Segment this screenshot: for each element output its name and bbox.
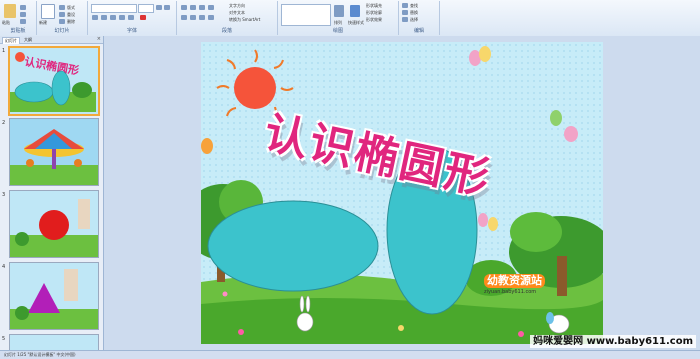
shape-effects-label[interactable]: 形状效果 bbox=[366, 17, 382, 22]
font-color-icon[interactable] bbox=[140, 15, 146, 20]
site-url: ziyuan.baby611.com bbox=[484, 289, 537, 295]
svg-text:认识椭圆形: 认识椭圆形 bbox=[23, 54, 80, 77]
font-group-label: 字体 bbox=[126, 28, 137, 34]
find-icon[interactable] bbox=[402, 3, 408, 8]
arrange-icon[interactable] bbox=[334, 5, 344, 17]
slides-pane: 幻灯片 大纲 × 1 认识椭圆形 2 3 4 5 bbox=[0, 36, 104, 352]
shape-outline-label[interactable]: 形状轮廓 bbox=[366, 10, 382, 15]
arrange-label[interactable]: 排列 bbox=[334, 20, 342, 25]
pane-tabs: 幻灯片 大纲 × bbox=[0, 36, 103, 44]
font-group: 字体 bbox=[88, 1, 177, 35]
find-label[interactable]: 查找 bbox=[410, 3, 418, 8]
numbering-icon[interactable] bbox=[190, 5, 196, 10]
replace-label[interactable]: 替换 bbox=[410, 10, 418, 15]
clipboard-group-label: 剪贴板 bbox=[10, 28, 26, 34]
slide-thumbnail-1[interactable]: 认识椭圆形 bbox=[8, 46, 100, 116]
select-label[interactable]: 选择 bbox=[410, 17, 418, 22]
format-painter-icon[interactable] bbox=[20, 19, 26, 24]
horizontal-ellipse bbox=[207, 200, 379, 292]
align-left-icon[interactable] bbox=[181, 15, 187, 20]
quick-styles-icon[interactable] bbox=[350, 5, 360, 17]
italic-icon[interactable] bbox=[101, 15, 107, 20]
quick-styles-label[interactable]: 快速样式 bbox=[348, 20, 364, 25]
select-icon[interactable] bbox=[402, 17, 408, 22]
close-icon[interactable]: × bbox=[97, 36, 101, 43]
delete-icon[interactable] bbox=[59, 19, 65, 24]
font-name-field[interactable] bbox=[91, 4, 137, 13]
strikethrough-icon[interactable] bbox=[119, 15, 125, 20]
ribbon: 粘贴 剪贴板 新建 版式 重设 删除 幻灯片 字体 文字方向 对齐文本 转换为 … bbox=[0, 0, 700, 37]
slide-thumbnail-2-art bbox=[10, 129, 98, 185]
tab-outline[interactable]: 大纲 bbox=[22, 37, 34, 43]
drawing-group-label: 绘图 bbox=[332, 28, 343, 34]
reset-icon[interactable] bbox=[59, 12, 65, 17]
smartart-label[interactable]: 转换为 SmartArt bbox=[229, 17, 260, 22]
slides-group: 新建 版式 重设 删除 幻灯片 bbox=[37, 1, 88, 35]
justify-icon[interactable] bbox=[208, 15, 214, 20]
slide-number: 2 bbox=[2, 120, 6, 126]
status-text: 幻灯片 1/25 "默认设计模板" 中文(中国) bbox=[4, 352, 76, 357]
grow-font-icon[interactable] bbox=[156, 5, 162, 10]
editing-group-label: 编辑 bbox=[413, 28, 424, 34]
paragraph-group: 文字方向 对齐文本 转换为 SmartArt 段落 bbox=[177, 1, 278, 35]
editing-group: 查找 替换 选择 编辑 bbox=[399, 1, 440, 35]
watermark: 妈咪爱婴网 www.baby611.com bbox=[530, 335, 696, 348]
paragraph-group-label: 段落 bbox=[221, 28, 232, 34]
cut-icon[interactable] bbox=[20, 5, 26, 10]
slide-number: 3 bbox=[2, 192, 6, 198]
align-text-label[interactable]: 对齐文本 bbox=[229, 10, 245, 15]
align-right-icon[interactable] bbox=[199, 15, 205, 20]
slide-thumbnail-3-art bbox=[10, 199, 98, 257]
increase-indent-icon[interactable] bbox=[208, 5, 214, 10]
slide-number: 1 bbox=[2, 48, 6, 54]
slide-number: 5 bbox=[2, 336, 6, 342]
font-size-field[interactable] bbox=[138, 4, 154, 13]
new-slide-icon[interactable] bbox=[41, 4, 55, 19]
replace-icon[interactable] bbox=[402, 10, 408, 15]
copy-icon[interactable] bbox=[20, 12, 26, 17]
shadow-icon[interactable] bbox=[128, 15, 134, 20]
underline-icon[interactable] bbox=[110, 15, 116, 20]
new-slide-label[interactable]: 新建 bbox=[39, 20, 47, 25]
layout-label[interactable]: 版式 bbox=[67, 5, 75, 10]
align-center-icon[interactable] bbox=[190, 15, 196, 20]
reset-label[interactable]: 重设 bbox=[67, 12, 75, 17]
slide-thumbnail-3[interactable] bbox=[9, 190, 99, 258]
drawing-group: 排列 快速样式 形状填充 形状轮廓 形状效果 绘图 bbox=[278, 1, 399, 35]
slide-thumbnail-4[interactable] bbox=[9, 262, 99, 330]
bullets-icon[interactable] bbox=[181, 5, 187, 10]
main-slide[interactable]: 认识椭圆形 幼教资源站 ziyuan.baby611.com bbox=[201, 42, 603, 344]
slide-thumbnail-4-art bbox=[10, 269, 98, 329]
paste-label[interactable]: 粘贴 bbox=[2, 20, 10, 25]
decrease-indent-icon[interactable] bbox=[199, 5, 205, 10]
tab-slides[interactable]: 幻灯片 bbox=[2, 37, 20, 44]
shrink-font-icon[interactable] bbox=[164, 5, 170, 10]
paste-icon[interactable] bbox=[4, 4, 16, 18]
shapes-gallery[interactable] bbox=[281, 4, 331, 26]
slide-thumbnail-2[interactable] bbox=[9, 118, 99, 186]
slides-group-label: 幻灯片 bbox=[54, 28, 70, 34]
layout-icon[interactable] bbox=[59, 5, 65, 10]
text-direction-label[interactable]: 文字方向 bbox=[229, 3, 245, 8]
bold-icon[interactable] bbox=[92, 15, 98, 20]
slide-thumbnail-1-art: 认识椭圆形 bbox=[10, 52, 96, 112]
delete-label[interactable]: 删除 bbox=[67, 19, 75, 24]
clipboard-group: 粘贴 剪贴板 bbox=[0, 1, 37, 35]
shape-fill-label[interactable]: 形状填充 bbox=[366, 3, 382, 8]
site-logo: 幼教资源站 bbox=[484, 274, 545, 288]
slide-number: 4 bbox=[2, 264, 6, 270]
slide-background-art bbox=[201, 42, 603, 344]
